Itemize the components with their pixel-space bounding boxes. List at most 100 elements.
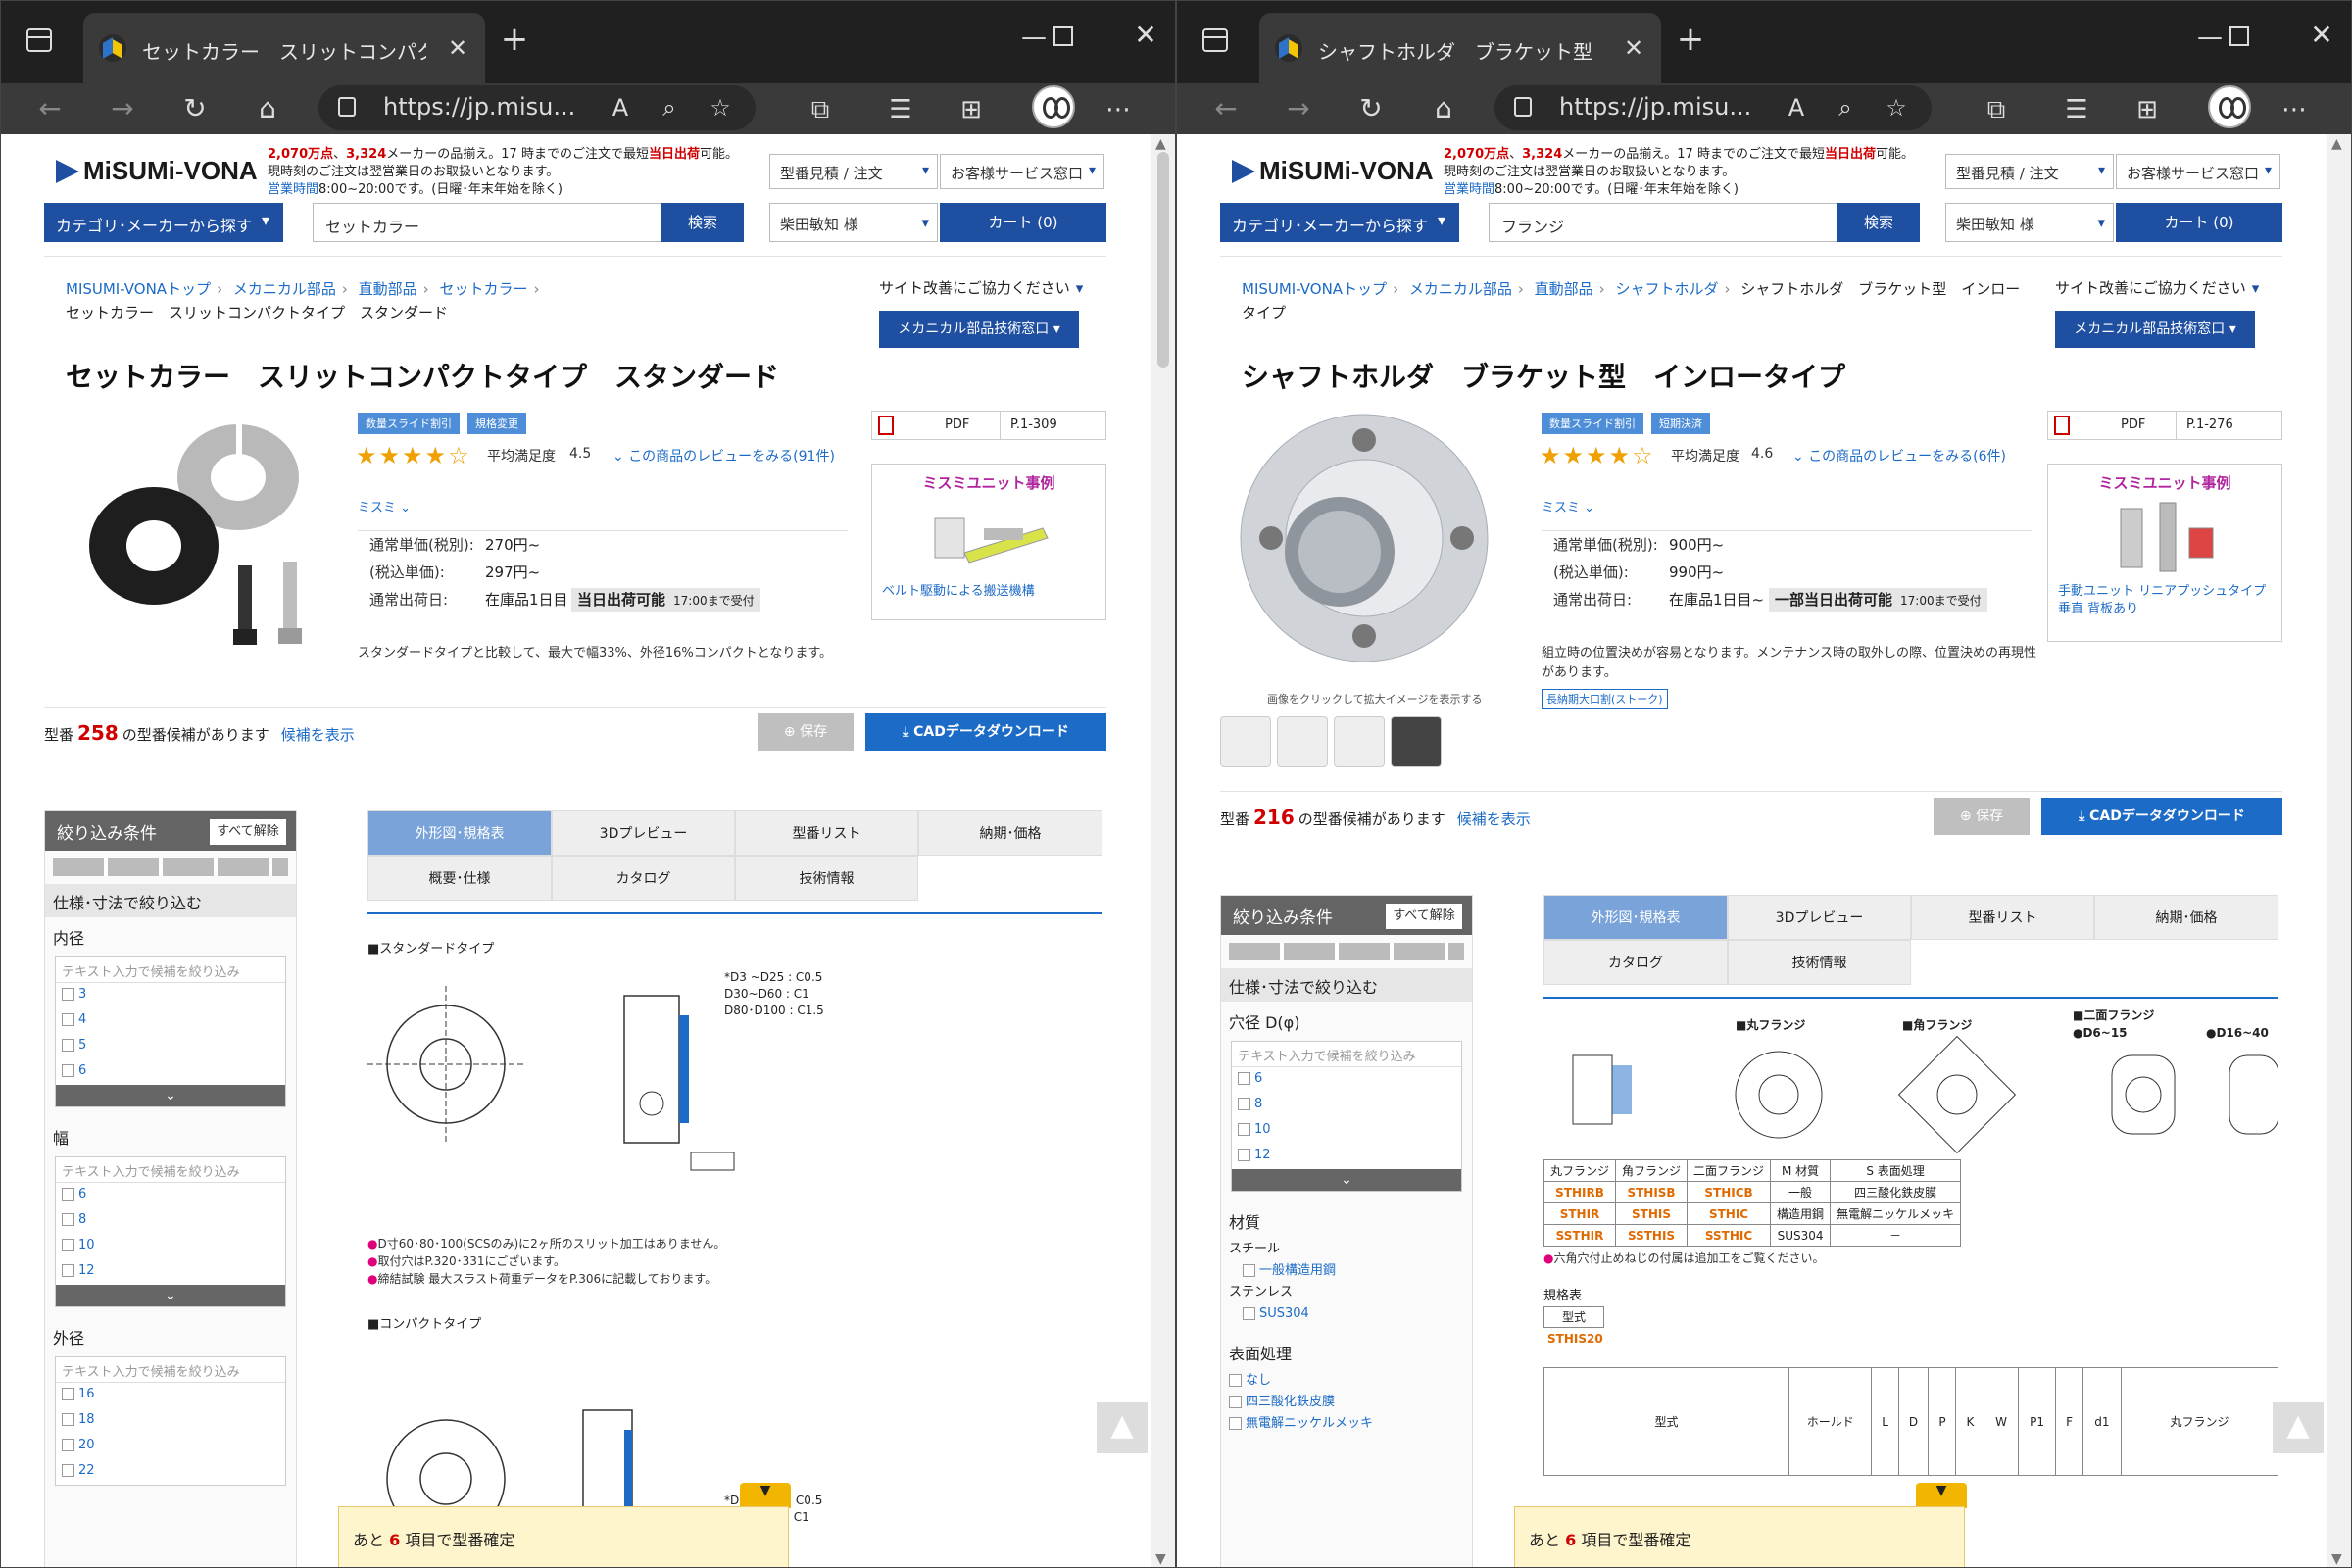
search-input[interactable]: フランジ (1489, 203, 1838, 242)
tab-close-icon[interactable]: ✕ (1616, 30, 1651, 66)
tab-3d-preview[interactable]: 3Dプレビュー (1728, 895, 1911, 940)
search-input[interactable]: セットカラー (313, 203, 662, 242)
maker-dropdown[interactable]: ミスミ ⌄ (358, 497, 411, 515)
filter-option[interactable]: 12 (1232, 1144, 1461, 1169)
scroll-to-top-button[interactable]: ▲ (2273, 1402, 2324, 1453)
product-image[interactable] (72, 418, 326, 663)
scroll-down-icon[interactable]: ▼ (2331, 1551, 2342, 1567)
tab-3d-preview[interactable]: 3Dプレビュー (552, 810, 735, 856)
filter-option[interactable]: 6 (56, 1059, 285, 1085)
filter-option[interactable]: 4 (56, 1008, 285, 1034)
scroll-up-icon[interactable]: ▲ (1155, 136, 1166, 152)
home-icon[interactable]: ⌂ (248, 91, 287, 130)
tab-part-list[interactable]: 型番リスト (1911, 895, 2094, 940)
filter-search-input[interactable]: テキスト入力で候補を絞り込み (1232, 1042, 1461, 1067)
filter-option[interactable]: 22 (56, 1459, 285, 1485)
new-tab-icon[interactable]: + (1673, 23, 1708, 60)
tab-overview[interactable]: 概要･仕様 (368, 856, 552, 901)
show-candidates-link[interactable]: 候補を表示 (281, 726, 355, 744)
tab-tech-info[interactable]: 技術情報 (735, 856, 918, 901)
thumbnail[interactable] (1220, 716, 1271, 767)
filter-search-input[interactable]: テキスト入力で候補を絞り込み (56, 957, 285, 983)
favorites-icon[interactable]: ☰ (881, 91, 920, 130)
forward-icon[interactable]: → (103, 91, 142, 130)
filter-option[interactable]: 5 (56, 1034, 285, 1059)
filter-option[interactable]: 無電解ニッケルメッキ (1229, 1413, 1464, 1435)
save-button[interactable]: ⊕ 保存 (758, 713, 854, 751)
user-menu-button[interactable]: 柴田敏知 様 (1945, 203, 2114, 242)
clear-all-button[interactable]: すべて解除 (210, 819, 286, 845)
breadcrumb-link[interactable]: 直動部品 (359, 280, 417, 298)
tech-support-button[interactable]: メカニカル部品技術窓口 (2055, 311, 2255, 348)
breadcrumb-link[interactable]: セットカラー (439, 280, 527, 298)
collections-icon[interactable]: ⊞ (952, 91, 991, 130)
category-search-button[interactable]: カテゴリ･メーカーから探す (1220, 203, 1459, 242)
customer-support-button[interactable]: お客様サービス窓口 (940, 154, 1104, 189)
new-tab-icon[interactable]: + (497, 23, 532, 60)
category-search-button[interactable]: カテゴリ･メーカーから探す (44, 203, 283, 242)
cart-button[interactable]: カート (0) (940, 203, 1106, 242)
expand-chevron-icon[interactable]: ⌄ (56, 1085, 285, 1106)
maximize-icon[interactable] (1054, 26, 1073, 46)
user-menu-button[interactable]: 柴田敏知 様 (769, 203, 938, 242)
maximize-icon[interactable] (2230, 26, 2249, 46)
read-aloud-icon[interactable]: A (1779, 91, 1814, 126)
filter-option[interactable]: 10 (1232, 1118, 1461, 1144)
quote-order-button[interactable]: 型番見積 / 注文 (1945, 154, 2114, 189)
url-field[interactable]: https://jp.misu... A ⌕ ☆ (318, 85, 756, 130)
cad-download-button[interactable]: ⤓ CADデータダウンロード (2041, 798, 2282, 835)
reload-icon[interactable]: ↻ (1351, 91, 1391, 130)
breadcrumb-link[interactable]: MISUMI-VONAトップ (1242, 280, 1387, 298)
forward-icon[interactable]: → (1279, 91, 1318, 130)
filter-search-input[interactable]: テキスト入力で候補を絞り込み (56, 1157, 285, 1183)
tab-delivery-price[interactable]: 納期･価格 (2094, 895, 2278, 940)
filter-option[interactable]: 四三酸化鉄皮膜 (1229, 1392, 1464, 1413)
home-icon[interactable]: ⌂ (1424, 91, 1463, 130)
thumbnail[interactable] (1334, 716, 1385, 767)
scroll-down-icon[interactable]: ▼ (1155, 1551, 1166, 1567)
profile-avatar-icon[interactable] (2208, 85, 2251, 128)
filter-option[interactable]: 18 (56, 1408, 285, 1434)
page-scrollbar[interactable]: ▲ ▼ (2328, 134, 2351, 1567)
zoom-icon[interactable]: ⌕ (652, 91, 687, 126)
browser-tab[interactable]: セットカラー スリットコンパクトタイプ ✕ (83, 13, 485, 83)
unit-example-link[interactable]: ベルト駆動による搬送機構 (872, 583, 1105, 611)
filter-option[interactable]: 6 (1232, 1067, 1461, 1093)
page-scrollbar[interactable]: ▲ ▼ (1152, 134, 1175, 1567)
window-close-icon[interactable]: ✕ (1126, 19, 1165, 58)
product-image[interactable] (1232, 405, 1496, 689)
filter-option[interactable]: 一般構造用鋼 (1229, 1260, 1464, 1282)
filter-option[interactable]: SUS304 (1229, 1303, 1464, 1325)
filter-option[interactable]: なし (1229, 1370, 1464, 1392)
bottom-bar-toggle-icon[interactable]: ▼ (1916, 1483, 1967, 1508)
reload-icon[interactable]: ↻ (175, 91, 215, 130)
filter-option[interactable]: 16 (56, 1383, 285, 1408)
tab-drawing-spec[interactable]: 外形図･規格表 (1544, 895, 1728, 940)
feedback-link[interactable]: サイト改善にご協力ください (879, 277, 1104, 298)
minimize-icon[interactable]: — (1014, 23, 1054, 62)
site-logo[interactable]: MiSUMi-VONA (56, 154, 258, 189)
filter-search-input[interactable]: テキスト入力で候補を絞り込み (56, 1357, 285, 1383)
browser-tab[interactable]: シャフトホルダ ブラケット型 インロ ✕ (1259, 13, 1661, 83)
tab-drawing-spec[interactable]: 外形図･規格表 (368, 810, 552, 856)
filter-option[interactable]: 10 (56, 1234, 285, 1259)
window-close-icon[interactable]: ✕ (2302, 19, 2341, 58)
add-favorite-icon[interactable]: ☆ (1879, 91, 1914, 126)
bottom-bar-toggle-icon[interactable]: ▼ (740, 1483, 791, 1508)
tab-catalog[interactable]: カタログ (552, 856, 735, 901)
favorites-icon[interactable]: ☰ (2057, 91, 2096, 130)
breadcrumb-link[interactable]: 直動部品 (1535, 280, 1593, 298)
review-link[interactable]: ⌄ この商品のレビューをみる(6件) (1792, 446, 2006, 466)
profile-avatar-icon[interactable] (1032, 85, 1075, 128)
feedback-link[interactable]: サイト改善にご協力ください (2055, 277, 2280, 298)
filter-option[interactable]: 3 (56, 983, 285, 1008)
extensions-icon[interactable]: ⧉ (801, 91, 840, 130)
quote-order-button[interactable]: 型番見積 / 注文 (769, 154, 938, 189)
url-field[interactable]: https://jp.misu... A ⌕ ☆ (1494, 85, 1932, 130)
tab-actions-icon[interactable] (1202, 28, 1228, 52)
search-button[interactable]: 検索 (662, 203, 744, 242)
tab-catalog[interactable]: カタログ (1544, 940, 1728, 985)
minimize-icon[interactable]: — (2190, 23, 2230, 62)
filter-option[interactable]: 8 (1232, 1093, 1461, 1118)
review-link[interactable]: ⌄ この商品のレビューをみる(91件) (612, 446, 835, 466)
